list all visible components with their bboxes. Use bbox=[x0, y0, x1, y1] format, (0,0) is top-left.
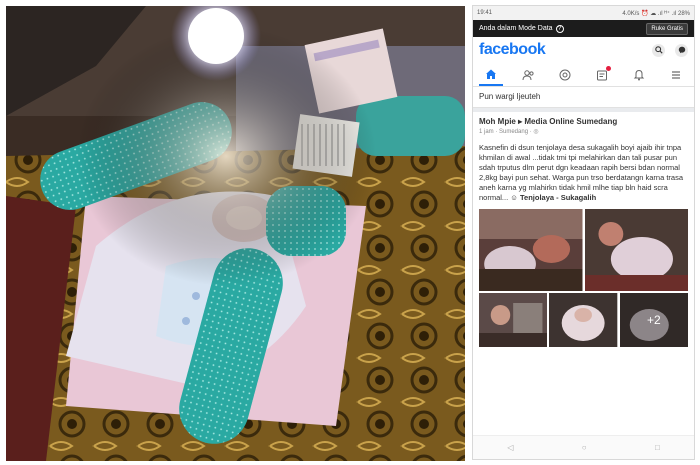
home-icon bbox=[486, 69, 497, 79]
free-mode-button[interactable]: Ruke Gratis bbox=[646, 22, 688, 35]
help-icon[interactable]: ? bbox=[555, 24, 564, 33]
groups-icon bbox=[559, 69, 571, 80]
home-button[interactable]: ○ bbox=[582, 443, 587, 452]
status-bar: 19:41 4.0K/s ⏰ ☁ .ıl ᴴ⁺ .ıl 28% bbox=[473, 6, 694, 20]
group-name[interactable]: Pun wargi ljeuteh bbox=[473, 87, 694, 108]
tab-menu[interactable] bbox=[664, 64, 688, 86]
post-location[interactable]: Tenjolaya - Sukagalih bbox=[520, 193, 596, 202]
status-time: 19:41 bbox=[477, 10, 493, 16]
nav-tabs bbox=[473, 63, 694, 87]
notification-badge bbox=[605, 65, 611, 71]
post: Moh Mpie ▸ Media Online Sumedang 1 jam ·… bbox=[473, 112, 694, 347]
back-button[interactable]: ◁ bbox=[507, 443, 513, 452]
system-nav-bar: ◁ ○ □ bbox=[473, 435, 694, 459]
facebook-logo[interactable]: facebook bbox=[479, 41, 546, 59]
post-text: Kasnefin di dsun tenjolaya desa sukagali… bbox=[479, 143, 688, 203]
post-meta: 1 jam · Sumedang · ◎ bbox=[479, 129, 539, 135]
post-photo-more[interactable]: +2 bbox=[619, 293, 688, 347]
post-photo[interactable] bbox=[549, 293, 618, 347]
tab-groups[interactable] bbox=[553, 64, 577, 86]
status-indicators: 4.0K/s ⏰ ☁ .ıl ᴴ⁺ .ıl 28% bbox=[622, 10, 690, 17]
baby-photo bbox=[6, 6, 465, 461]
data-mode-message: Anda dalam Mode Data bbox=[479, 25, 553, 32]
post-photo[interactable] bbox=[479, 209, 583, 291]
friends-icon bbox=[522, 69, 534, 80]
messenger-icon[interactable] bbox=[675, 43, 688, 57]
menu-icon bbox=[671, 70, 680, 79]
post-photo[interactable] bbox=[584, 209, 688, 291]
more-photos-count: +2 bbox=[619, 293, 688, 347]
post-photo[interactable] bbox=[479, 293, 548, 347]
recent-apps-button[interactable]: □ bbox=[655, 443, 660, 452]
photo-grid: +2 bbox=[479, 209, 688, 347]
bell-icon bbox=[633, 69, 644, 80]
facebook-header: facebook bbox=[473, 37, 694, 63]
tab-friends[interactable] bbox=[516, 64, 540, 86]
tab-bell[interactable] bbox=[627, 64, 651, 86]
post-author[interactable]: Moh Mpie ▸ Media Online Sumedang bbox=[479, 117, 688, 126]
tab-notifications[interactable] bbox=[590, 64, 614, 86]
data-mode-banner: Anda dalam Mode Data ? Ruke Gratis bbox=[473, 20, 694, 37]
search-icon[interactable] bbox=[652, 43, 665, 57]
tab-home[interactable] bbox=[479, 64, 504, 86]
facebook-screenshot: 19:41 4.0K/s ⏰ ☁ .ıl ᴴ⁺ .ıl 28% Anda dal… bbox=[472, 5, 695, 460]
